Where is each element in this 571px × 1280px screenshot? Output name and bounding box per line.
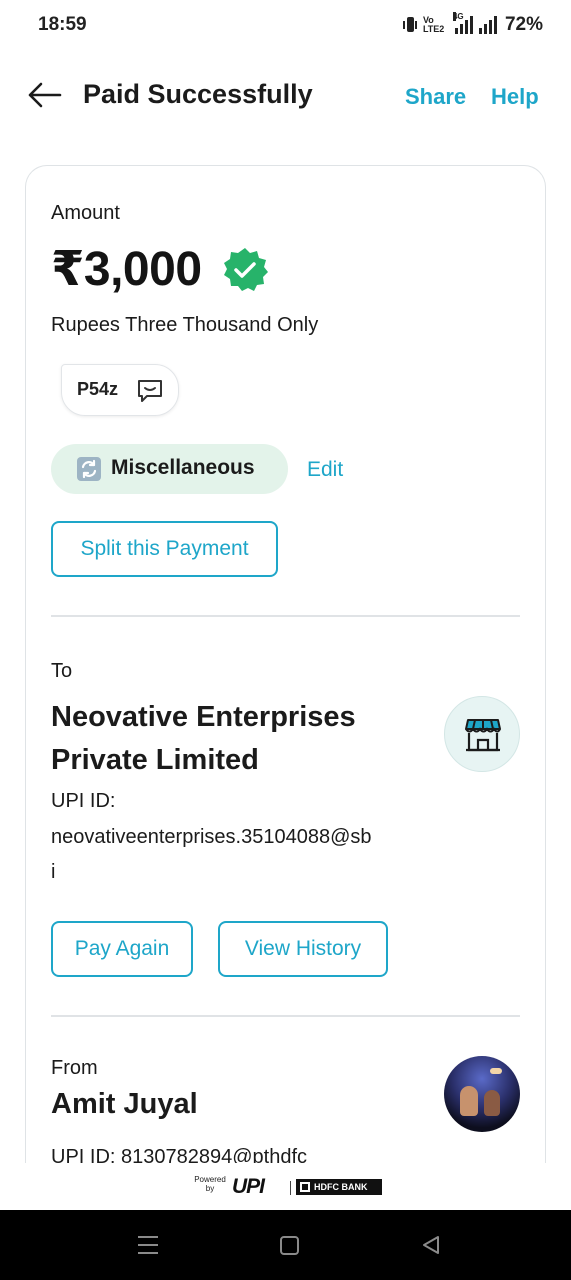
- page-title: Paid Successfully: [83, 79, 313, 109]
- payee-name-line1: Neovative Enterprises: [51, 701, 356, 733]
- recent-apps-icon[interactable]: [138, 1236, 158, 1254]
- volte-icon: Vo LTE2: [423, 16, 449, 34]
- footer-separator: [290, 1181, 291, 1195]
- category-chip[interactable]: Miscellaneous: [51, 444, 288, 494]
- payee-upi-id-line1: neovativeenterprises.35104088@sb: [51, 826, 372, 848]
- system-nav-bar: [0, 1210, 571, 1280]
- amount-value: ₹3,000: [51, 243, 202, 296]
- bank-logo-text: HDFC BANK: [314, 1182, 368, 1192]
- network-type: 4G: [452, 12, 464, 21]
- upi-logo: UPI: [232, 1175, 265, 1198]
- payer-avatar[interactable]: [444, 1056, 520, 1132]
- message-icon: [136, 377, 164, 405]
- payee-name-line2: Private Limited: [51, 744, 259, 776]
- verified-badge-icon: [221, 246, 269, 294]
- share-button[interactable]: Share: [405, 84, 466, 110]
- payment-note[interactable]: P54z: [61, 364, 179, 416]
- category-label: Miscellaneous: [111, 456, 255, 479]
- note-text: P54z: [77, 379, 119, 399]
- help-button[interactable]: Help: [491, 84, 539, 110]
- bank-mark-icon: [300, 1182, 310, 1192]
- bank-logo: HDFC BANK: [296, 1179, 382, 1195]
- view-history-button[interactable]: View History: [218, 921, 388, 977]
- app-header: Paid Successfully Share Help: [0, 70, 571, 122]
- amount-in-words: Rupees Three Thousand Only: [51, 314, 319, 336]
- edit-category-button[interactable]: Edit: [307, 458, 343, 482]
- payer-name: Amit Juyal: [51, 1088, 198, 1120]
- from-label: From: [51, 1057, 98, 1079]
- split-payment-button[interactable]: Split this Payment: [51, 521, 278, 577]
- payee-upi-id-line2: i: [51, 861, 56, 883]
- status-bar: 18:59 Vo LTE2 4G 72%: [0, 0, 571, 52]
- signal-icon-2: [478, 16, 497, 34]
- powered-by-footer: Powered by UPI HDFC BANK: [0, 1163, 571, 1210]
- divider: [51, 615, 520, 617]
- to-label: To: [51, 660, 73, 682]
- battery-level: 72%: [504, 14, 543, 35]
- signal-icon-1: 4G: [452, 12, 473, 34]
- vibrate-icon: [402, 15, 417, 35]
- payee-upi-label: UPI ID:: [51, 790, 116, 812]
- amount-label: Amount: [51, 202, 120, 224]
- merchant-store-icon: [444, 696, 520, 772]
- back-arrow-icon[interactable]: [26, 80, 62, 110]
- powered-line2: by: [205, 1184, 215, 1193]
- powered-by-text: Powered by: [190, 1175, 230, 1193]
- divider: [51, 1015, 520, 1017]
- home-icon[interactable]: [280, 1236, 299, 1255]
- powered-line1: Powered: [194, 1175, 226, 1184]
- nav-back-icon[interactable]: [420, 1234, 442, 1256]
- category-refresh-icon: [77, 457, 101, 481]
- payee-name: Neovative Enterprises Private Limited: [51, 696, 431, 782]
- volte-line2: LTE2: [422, 24, 445, 34]
- status-time: 18:59: [38, 14, 87, 35]
- pay-again-button[interactable]: Pay Again: [51, 921, 193, 977]
- transaction-card: Amount ₹3,000 Rupees Three Thousand Only…: [25, 165, 546, 1175]
- status-icons: Vo LTE2 4G 72%: [402, 12, 543, 37]
